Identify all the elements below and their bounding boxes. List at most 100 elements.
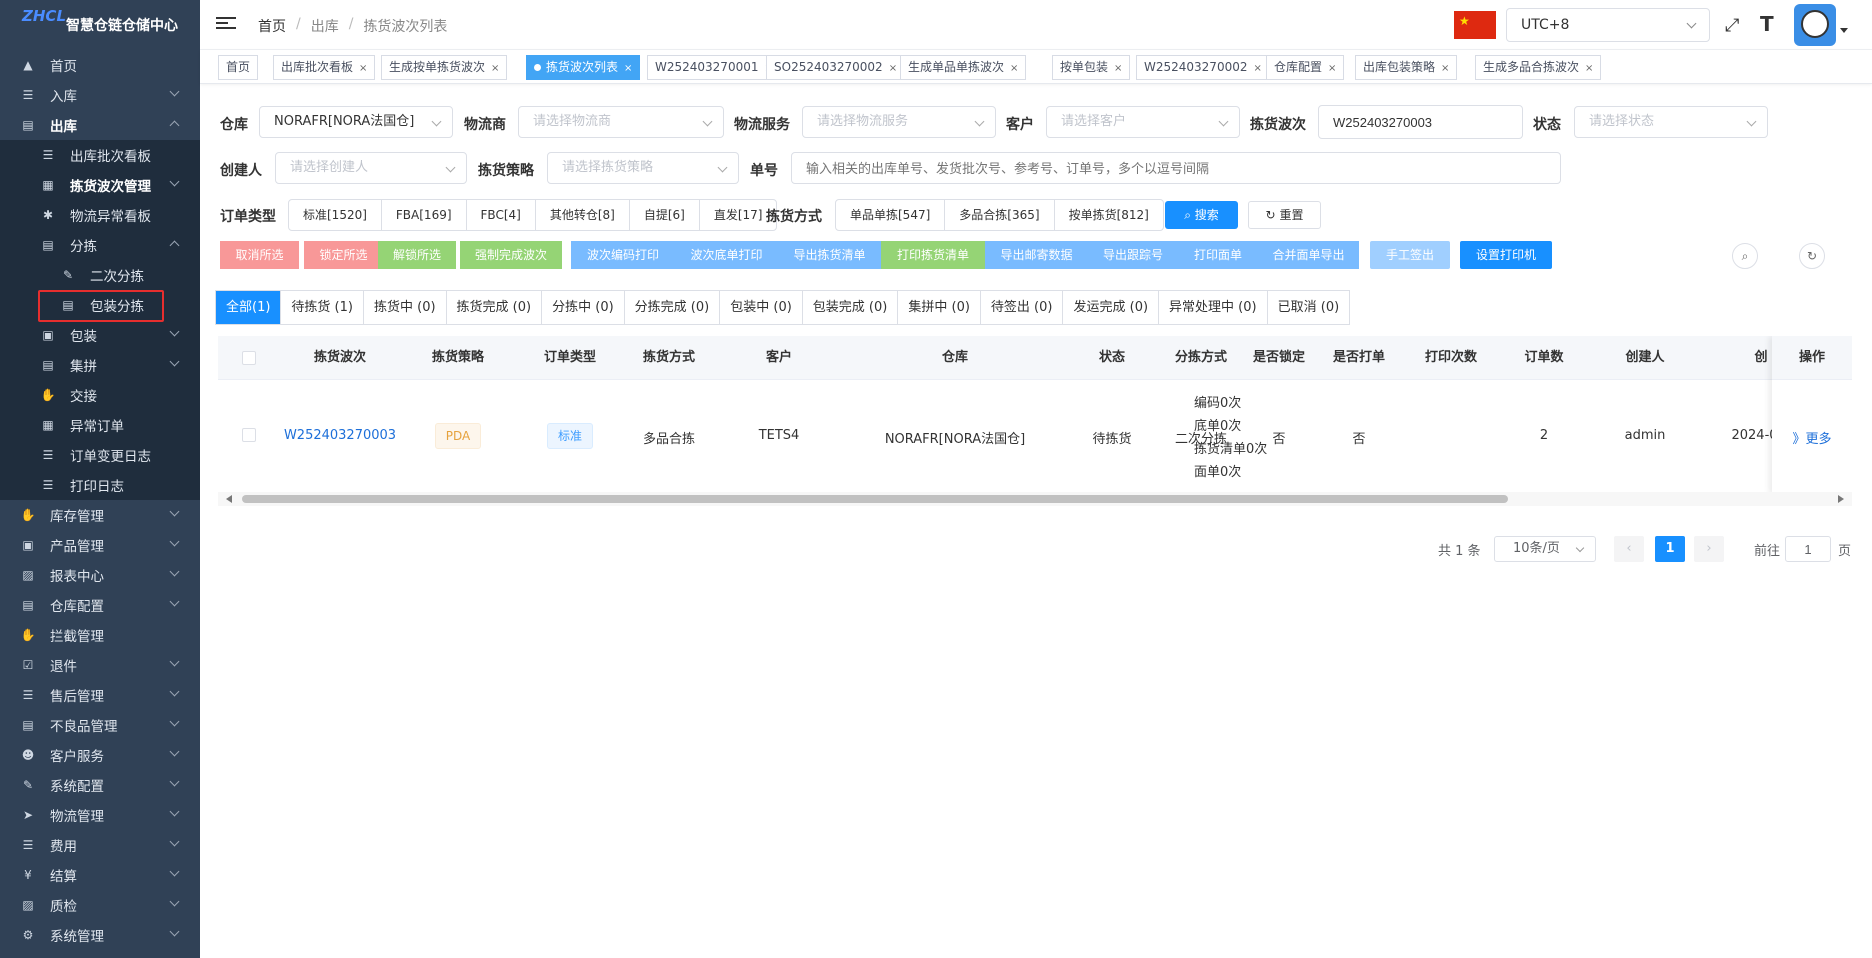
page-size-select[interactable]: 10条/页 [1494,536,1596,562]
tab-8[interactable]: W252403270002 × [1136,55,1270,80]
font-size-icon[interactable]: T [1760,12,1774,36]
warehouse-select[interactable]: NORAFR[NORA法国仓] [259,106,453,138]
tab-3[interactable]: 拣货波次列表 × [526,55,641,80]
tab-6[interactable]: 生成单品单拣波次 × [900,55,1027,80]
status-tab-6[interactable]: 包装中 (0) [720,291,803,324]
sidebar-item-4[interactable]: ▦ 拣货波次管理 [0,170,200,200]
close-icon[interactable]: × [1253,63,1261,74]
status-tab-5[interactable]: 分拣完成 (0) [625,291,721,324]
order-type-option-1[interactable]: FBA[169] [382,200,467,230]
sidebar-item-24[interactable]: ✎ 系统配置 [0,770,200,800]
print-action-button-2[interactable]: 导出拣货清单 [778,241,881,269]
scroll-left-icon[interactable] [226,495,232,503]
status-tab-10[interactable]: 发运完成 (0) [1063,291,1160,324]
hamburger-icon[interactable] [216,14,236,34]
close-icon[interactable]: × [1441,63,1449,74]
sidebar-item-14[interactable]: ☰ 打印日志 [0,470,200,500]
pick-method-option-0[interactable]: 单品单拣[547] [836,200,946,230]
status-tab-1[interactable]: 待拣货 (1) [281,291,364,324]
tab-10[interactable]: 出库包装策略 × [1355,55,1458,80]
sidebar-item-19[interactable]: ✋ 拦截管理 [0,620,200,650]
carrier-select[interactable]: 请选择物流商 [518,106,724,138]
tab-7[interactable]: 按单包装 × [1052,55,1131,80]
print-action-button-4[interactable]: 导出邮寄数据 [985,241,1088,269]
sidebar-item-22[interactable]: ▤ 不良品管理 [0,710,200,740]
sidebar-item-17[interactable]: ▨ 报表中心 [0,560,200,590]
sidebar-item-12[interactable]: ▦ 异常订单 [0,410,200,440]
print-action-button-3[interactable]: 打印拣货清单 [881,241,985,269]
tab-5[interactable]: SO252403270002 × [766,55,906,80]
scrollbar-thumb[interactable] [242,495,1508,503]
horizontal-scrollbar[interactable] [218,492,1852,506]
sidebar-item-9[interactable]: ▣ 包装 [0,320,200,350]
more-link[interactable]: 》更多 [1772,428,1852,447]
close-icon[interactable]: × [889,63,897,74]
close-icon[interactable]: × [1585,63,1593,74]
sidebar-item-27[interactable]: ¥ 结算 [0,860,200,890]
pick-method-option-1[interactable]: 多品合拣[365] [945,200,1055,230]
status-tab-8[interactable]: 集拼中 (0) [898,291,981,324]
set-printer-button[interactable]: 设置打印机 [1460,241,1552,269]
status-tab-9[interactable]: 待签出 (0) [981,291,1064,324]
sidebar-item-3[interactable]: ☰ 出库批次看板 [0,140,200,170]
creator-select[interactable]: 请选择创建人 [275,152,467,184]
sidebar-item-6[interactable]: ▤ 分拣 [0,230,200,260]
status-tab-12[interactable]: 已取消 (0) [1268,291,1350,324]
sidebar-item-11[interactable]: ✋ 交接 [0,380,200,410]
brand[interactable]: ZHCL 智慧仓链仓储中心 [0,0,200,50]
manual-sign-button[interactable]: 手工签出 [1370,241,1450,269]
close-icon[interactable]: × [1114,63,1122,74]
next-page-button[interactable]: › [1694,536,1724,562]
page-1-button[interactable]: 1 [1655,536,1685,562]
customer-select[interactable]: 请选择客户 [1046,106,1240,138]
tab-0[interactable]: 首页 [218,55,259,80]
scroll-right-icon[interactable] [1838,495,1844,503]
close-icon[interactable]: × [1328,63,1336,74]
status-tab-2[interactable]: 拣货中 (0) [364,291,447,324]
print-action-button-0[interactable]: 波次编码打印 [571,241,675,269]
sidebar-item-20[interactable]: ☑ 退件 [0,650,200,680]
service-select[interactable]: 请选择物流服务 [802,106,996,138]
action-button-3[interactable]: 强制完成波次 [460,241,562,269]
sidebar-item-7[interactable]: ✎ 二次分拣 [0,260,200,290]
sidebar-item-29[interactable]: ⚙ 系统管理 [0,920,200,950]
sidebar-item-21[interactable]: ☰ 售后管理 [0,680,200,710]
sidebar-item-23[interactable]: ☻ 客户服务 [0,740,200,770]
china-flag-icon[interactable]: ★ [1454,11,1496,39]
action-button-1[interactable]: 锁定所选 [304,241,383,269]
close-icon[interactable]: × [624,63,632,74]
tab-2[interactable]: 生成按单拣货波次 × [381,55,508,80]
close-icon[interactable]: × [491,63,499,74]
search-button[interactable]: ⌕ 搜索 [1165,201,1238,229]
breadcrumb-home[interactable]: 首页 [258,16,286,36]
prev-page-button[interactable]: ‹ [1614,536,1644,562]
sidebar-item-16[interactable]: ▣ 产品管理 [0,530,200,560]
tab-4[interactable]: W252403270001× [647,55,781,80]
sidebar-item-1[interactable]: ☰ 入库 [0,80,200,110]
timezone-select[interactable]: UTC+8 [1506,8,1710,42]
status-tab-11[interactable]: 异常处理中 (0) [1159,291,1268,324]
sidebar-item-5[interactable]: ✱ 物流异常看板 [0,200,200,230]
order-no-input[interactable] [791,152,1561,184]
order-type-option-2[interactable]: FBC[4] [467,200,536,230]
action-button-2[interactable]: 解锁所选 [378,241,456,269]
refresh-icon[interactable]: ↻ [1799,243,1825,269]
order-type-option-4[interactable]: 自提[6] [630,200,700,230]
wave-input[interactable] [1318,105,1523,139]
sidebar-item-15[interactable]: ✋ 库存管理 [0,500,200,530]
sidebar-item-2[interactable]: ▤ 出库 [0,110,200,140]
goto-page-input[interactable] [1785,536,1831,562]
select-all-checkbox[interactable] [242,351,256,365]
order-type-option-5[interactable]: 直发[17] [700,200,777,230]
sidebar-item-18[interactable]: ▤ 仓库配置 [0,590,200,620]
action-button-0[interactable]: 取消所选 [220,241,299,269]
sidebar-item-13[interactable]: ☰ 订单变更日志 [0,440,200,470]
avatar[interactable] [1794,4,1836,46]
tab-1[interactable]: 出库批次看板 × [273,55,376,80]
pick-method-option-2[interactable]: 按单拣货[812] [1055,200,1163,230]
strategy-select[interactable]: 请选择拣货策略 [547,152,739,184]
breadcrumb-outbound[interactable]: 出库 [311,16,339,36]
status-tab-7[interactable]: 包装完成 (0) [803,291,899,324]
sidebar-item-10[interactable]: ▤ 集拼 [0,350,200,380]
print-action-button-6[interactable]: 打印面单 [1178,241,1258,269]
